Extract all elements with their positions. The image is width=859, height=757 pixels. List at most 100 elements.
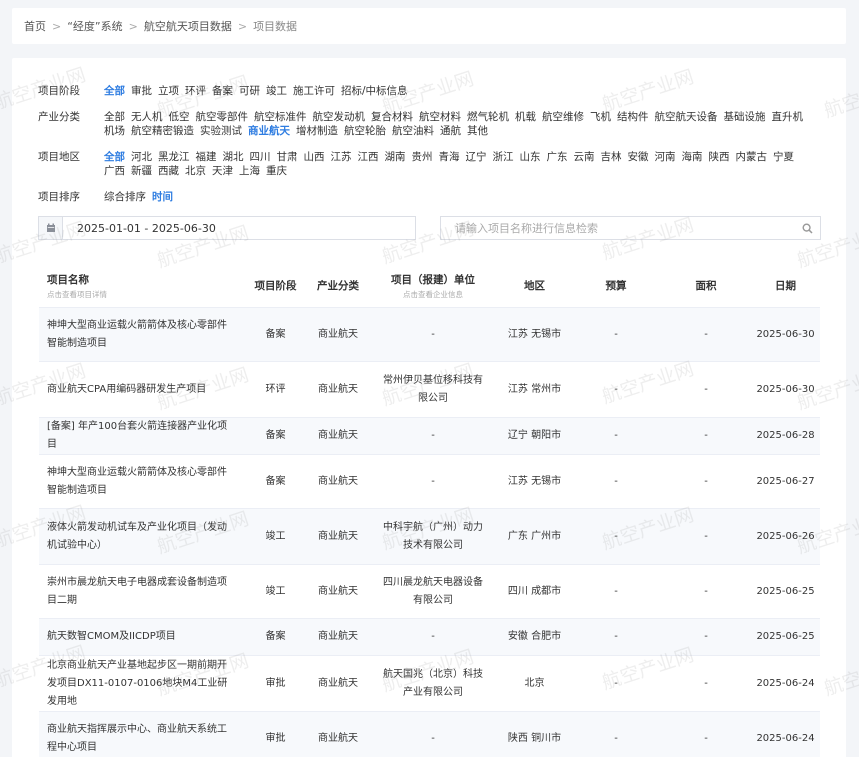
cell-name[interactable]: 航天数智CMOM及IICDP项目 xyxy=(39,628,243,646)
filter-region-option[interactable]: 湖北 xyxy=(223,150,244,164)
filter-industry-option[interactable]: 航空零部件 xyxy=(196,110,249,124)
cell-name[interactable]: 液体火箭发动机试车及产业化项目（发动机试验中心） xyxy=(39,519,243,555)
breadcrumb-aerospace[interactable]: 航空航天项目数据 xyxy=(144,18,232,34)
filter-industry-option[interactable]: 航空精密锻造 xyxy=(131,124,194,138)
search-input[interactable] xyxy=(441,218,794,238)
filter-industry-option[interactable]: 低空 xyxy=(169,110,190,124)
filter-region-option[interactable]: 河南 xyxy=(655,150,676,164)
table-row[interactable]: 航天数智CMOM及IICDP项目 备案 商业航天 - 安徽 合肥市 - - 2025-06-2… xyxy=(39,619,820,656)
table-row[interactable]: 神坤大型商业运载火箭箭体及核心零部件智能制造项目 备案 商业航天 - 江苏 无锡市 - - 2… xyxy=(39,455,820,509)
filter-industry-option[interactable]: 航空油料 xyxy=(392,124,434,138)
filter-stage-option[interactable]: 全部 xyxy=(104,84,125,98)
filter-industry-option[interactable]: 实验测试 xyxy=(200,124,242,138)
cell-unit[interactable]: 四川晨龙航天电器设备有限公司 xyxy=(368,574,498,610)
date-range-picker[interactable]: 2025-01-01 - 2025-06-30 xyxy=(38,216,416,240)
cell-unit[interactable]: 中科宇航（广州）动力技术有限公司 xyxy=(368,519,498,555)
filter-stage-option[interactable]: 竣工 xyxy=(266,84,287,98)
filter-industry-option[interactable]: 航空发动机 xyxy=(313,110,366,124)
project-table: 项目名称 点击查看项目详情 项目阶段 产业分类 项目（报建）单位 点击查看企业信… xyxy=(39,264,820,757)
filter-region-option[interactable]: 云南 xyxy=(574,150,595,164)
cell-unit[interactable]: 常州伊贝基位移科技有限公司 xyxy=(368,372,498,408)
filter-region-option[interactable]: 内蒙古 xyxy=(736,150,768,164)
cell-name[interactable]: 崇州市晨龙航天电子电器成套设备制造项目二期 xyxy=(39,574,243,610)
filter-industry-option[interactable]: 无人机 xyxy=(131,110,163,124)
filter-region-option[interactable]: 青海 xyxy=(439,150,460,164)
filter-region-option[interactable]: 北京 xyxy=(185,164,206,178)
filter-industry-option[interactable]: 结构件 xyxy=(617,110,649,124)
table-row[interactable]: 崇州市晨龙航天电子电器成套设备制造项目二期 竣工 商业航天 四川晨龙航天电器设备有限公… xyxy=(39,565,820,619)
filter-region-option[interactable]: 山西 xyxy=(304,150,325,164)
filter-region-option[interactable]: 海南 xyxy=(682,150,703,164)
filter-industry-option[interactable]: 复合材料 xyxy=(371,110,413,124)
filter-region-option[interactable]: 贵州 xyxy=(412,150,433,164)
filter-region-option[interactable]: 四川 xyxy=(250,150,271,164)
cell-name[interactable]: 神坤大型商业运载火箭箭体及核心零部件智能制造项目 xyxy=(39,464,243,500)
cell-name[interactable]: 神坤大型商业运载火箭箭体及核心零部件智能制造项目 xyxy=(39,317,243,353)
filter-industry-option[interactable]: 航空维修 xyxy=(542,110,584,124)
filter-stage-option[interactable]: 可研 xyxy=(239,84,260,98)
table-row[interactable]: 北京商业航天产业基地起步区一期前期开发项目DX11-0107-0106地块M4工… xyxy=(39,656,820,712)
filter-region-option[interactable]: 天津 xyxy=(212,164,233,178)
table-row[interactable]: 商业航天指挥展示中心、商业航天系统工程中心项目 审批 商业航天 - 陕西 铜川市 - - 20… xyxy=(39,712,820,757)
filter-region-option[interactable]: 陕西 xyxy=(709,150,730,164)
filter-industry-option[interactable]: 机场 xyxy=(104,124,125,138)
filter-industry-option[interactable]: 航空标准件 xyxy=(254,110,307,124)
filter-stage-option[interactable]: 备案 xyxy=(212,84,233,98)
filter-stage-option[interactable]: 审批 xyxy=(131,84,152,98)
cell-unit: - xyxy=(431,732,435,744)
filter-industry-option[interactable]: 其他 xyxy=(467,124,488,138)
table-row[interactable]: [备案] 年产100台套火箭连接器产业化项目 备案 商业航天 - 辽宁 朝阳市 - - 202… xyxy=(39,418,820,455)
filter-region-option[interactable]: 江苏 xyxy=(331,150,352,164)
filter-sort-option[interactable]: 时间 xyxy=(152,190,173,204)
filter-industry-option[interactable]: 航空材料 xyxy=(419,110,461,124)
filter-stage-option[interactable]: 环评 xyxy=(185,84,206,98)
filter-industry-option[interactable]: 商业航天 xyxy=(248,124,290,138)
filter-region-option[interactable]: 重庆 xyxy=(266,164,287,178)
filter-region-option[interactable]: 新疆 xyxy=(131,164,152,178)
filter-region-option[interactable]: 广东 xyxy=(547,150,568,164)
filter-region-option[interactable]: 浙江 xyxy=(493,150,514,164)
filter-region-option[interactable]: 甘肃 xyxy=(277,150,298,164)
filter-stage-option[interactable]: 立项 xyxy=(158,84,179,98)
filter-industry-option[interactable]: 通航 xyxy=(440,124,461,138)
filter-region-option[interactable]: 上海 xyxy=(239,164,260,178)
filter-region-option[interactable]: 西藏 xyxy=(158,164,179,178)
table-row[interactable]: 商业航天CPA用编码器研发生产项目 环评 商业航天 常州伊贝基位移科技有限公司 江苏 常… xyxy=(39,362,820,418)
filter-industry-option[interactable]: 航空轮胎 xyxy=(344,124,386,138)
filter-region-option[interactable]: 江西 xyxy=(358,150,379,164)
filter-region-option[interactable]: 辽宁 xyxy=(466,150,487,164)
filter-industry-option[interactable]: 燃气轮机 xyxy=(467,110,509,124)
filter-industry-option[interactable]: 直升机 xyxy=(772,110,804,124)
cell-budget: - xyxy=(614,677,618,689)
breadcrumb-home[interactable]: 首页 xyxy=(24,18,46,34)
filter-region-option[interactable]: 河北 xyxy=(131,150,152,164)
filter-region-option[interactable]: 黑龙江 xyxy=(158,150,190,164)
filter-industry-option[interactable]: 航空航天设备 xyxy=(655,110,718,124)
filter-region-option[interactable]: 宁夏 xyxy=(773,150,794,164)
filter-region-option[interactable]: 广西 xyxy=(104,164,125,178)
search-icon[interactable] xyxy=(794,222,820,234)
filter-stage-option[interactable]: 招标/中标信息 xyxy=(341,84,408,98)
filter-region-option[interactable]: 湖南 xyxy=(385,150,406,164)
table-row[interactable]: 神坤大型商业运载火箭箭体及核心零部件智能制造项目 备案 商业航天 - 江苏 无锡市 - - 2… xyxy=(39,308,820,362)
filter-industry-option[interactable]: 基础设施 xyxy=(724,110,766,124)
filter-industry-option[interactable]: 飞机 xyxy=(590,110,611,124)
cell-name[interactable]: 商业航天指挥展示中心、商业航天系统工程中心项目 xyxy=(39,721,243,757)
filter-region-option[interactable]: 吉林 xyxy=(601,150,622,164)
cell-name[interactable]: 北京商业航天产业基地起步区一期前期开发项目DX11-0107-0106地块M4工… xyxy=(39,657,243,711)
filter-industry-option[interactable]: 机载 xyxy=(515,110,536,124)
filter-stage-option[interactable]: 施工许可 xyxy=(293,84,335,98)
cell-name[interactable]: [备案] 年产100台套火箭连接器产业化项目 xyxy=(39,418,243,454)
table-row[interactable]: 液体火箭发动机试车及产业化项目（发动机试验中心） 竣工 商业航天 中科宇航（广州）动力… xyxy=(39,509,820,565)
filter-region-option[interactable]: 全部 xyxy=(104,150,125,164)
cell-budget: - xyxy=(614,732,618,744)
filter-region-option[interactable]: 福建 xyxy=(196,150,217,164)
cell-name[interactable]: 商业航天CPA用编码器研发生产项目 xyxy=(39,381,243,399)
filter-region-option[interactable]: 山东 xyxy=(520,150,541,164)
filter-industry-option[interactable]: 全部 xyxy=(104,110,125,124)
cell-unit[interactable]: 航天国兆（北京）科技产业有限公司 xyxy=(368,666,498,702)
breadcrumb-system[interactable]: “经度”系统 xyxy=(67,18,122,34)
filter-industry-option[interactable]: 增材制造 xyxy=(296,124,338,138)
filter-sort-option[interactable]: 综合排序 xyxy=(104,190,146,204)
filter-region-option[interactable]: 安徽 xyxy=(628,150,649,164)
